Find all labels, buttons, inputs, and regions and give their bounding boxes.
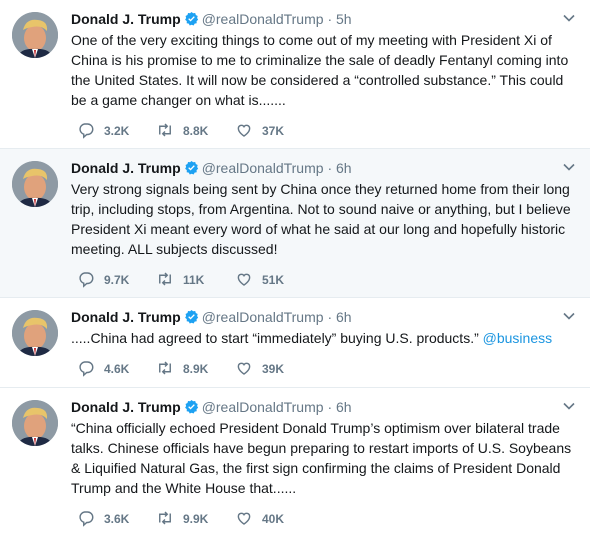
tweet-text: “China officially echoed President Donal… — [71, 420, 572, 496]
retweet-icon — [156, 270, 183, 291]
chevron-down-icon[interactable] — [562, 399, 576, 413]
retweet-count: 11K — [183, 273, 205, 287]
tweet[interactable]: Donald J. Trump @realDonaldTrump · 6h “Ch… — [0, 388, 590, 544]
tweet-timestamp[interactable]: 6h — [336, 399, 352, 415]
like-count: 39K — [262, 362, 285, 376]
tweet[interactable]: Donald J. Trump @realDonaldTrump · 6h ...… — [0, 298, 590, 388]
tweet-timestamp[interactable]: 6h — [336, 309, 352, 325]
author-handle[interactable]: @realDonaldTrump — [202, 160, 324, 176]
reply-button[interactable]: 3.6K — [77, 510, 156, 528]
retweet-button[interactable]: 9.9K — [156, 510, 235, 528]
tweet-timestamp[interactable]: 6h — [336, 160, 352, 176]
heart-icon — [235, 359, 262, 380]
tweet-header: Donald J. Trump @realDonaldTrump · 6h — [71, 307, 576, 327]
reply-button[interactable]: 9.7K — [77, 271, 156, 289]
author-name[interactable]: Donald J. Trump — [71, 160, 181, 176]
tweet-actions: 3.6K 9.9K 40K — [77, 510, 314, 528]
like-button[interactable]: 37K — [235, 122, 314, 140]
verified-badge-icon — [184, 160, 199, 180]
author-name[interactable]: Donald J. Trump — [71, 399, 181, 415]
avatar[interactable] — [12, 161, 58, 207]
tweet-text: Very strong signals being sent by China … — [71, 181, 571, 257]
separator-dot: · — [327, 309, 333, 325]
tweet[interactable]: Donald J. Trump @realDonaldTrump · 5h One… — [0, 0, 590, 149]
tweet-header: Donald J. Trump @realDonaldTrump · 6h — [71, 397, 576, 417]
reply-count: 9.7K — [104, 273, 130, 287]
author-handle[interactable]: @realDonaldTrump — [202, 399, 324, 415]
tweet-text: .....China had agreed to start “immediat… — [71, 328, 576, 348]
retweet-count: 8.9K — [183, 362, 209, 376]
retweet-icon — [156, 121, 183, 142]
reply-count: 3.2K — [104, 124, 130, 138]
heart-icon — [235, 121, 262, 142]
verified-badge-icon — [184, 309, 199, 329]
retweet-count: 8.8K — [183, 124, 209, 138]
chevron-down-icon[interactable] — [562, 160, 576, 174]
like-button[interactable]: 51K — [235, 271, 314, 289]
avatar[interactable] — [12, 400, 58, 446]
like-count: 51K — [262, 273, 285, 287]
separator-dot: · — [327, 399, 333, 415]
retweet-icon — [156, 509, 183, 530]
author-handle[interactable]: @realDonaldTrump — [202, 309, 324, 325]
separator-dot: · — [327, 11, 333, 27]
like-button[interactable]: 39K — [235, 360, 314, 378]
verified-badge-icon — [184, 11, 199, 31]
like-button[interactable]: 40K — [235, 510, 314, 528]
retweet-button[interactable]: 8.8K — [156, 122, 235, 140]
like-count: 40K — [262, 512, 285, 526]
author-name[interactable]: Donald J. Trump — [71, 11, 181, 27]
tweet-header: Donald J. Trump @realDonaldTrump · 6h — [71, 158, 576, 178]
heart-icon — [235, 509, 262, 530]
tweet-timestamp[interactable]: 5h — [336, 11, 352, 27]
heart-icon — [235, 270, 262, 291]
author-handle[interactable]: @realDonaldTrump — [202, 11, 324, 27]
tweet-actions: 3.2K 8.8K 37K — [77, 122, 314, 140]
tweet[interactable]: Donald J. Trump @realDonaldTrump · 6h Ver… — [0, 149, 590, 298]
reply-icon — [77, 509, 104, 530]
tweet-actions: 9.7K 11K 51K — [77, 271, 314, 289]
reply-count: 4.6K — [104, 362, 130, 376]
tweet-actions: 4.6K 8.9K 39K — [77, 360, 314, 378]
reply-icon — [77, 121, 104, 142]
reply-icon — [77, 359, 104, 380]
tweet-timeline: Donald J. Trump @realDonaldTrump · 5h One… — [0, 0, 590, 544]
reply-icon — [77, 270, 104, 291]
like-count: 37K — [262, 124, 285, 138]
mention-link[interactable]: @business — [483, 330, 552, 346]
retweet-button[interactable]: 8.9K — [156, 360, 235, 378]
reply-count: 3.6K — [104, 512, 130, 526]
tweet-text-body: .....China had agreed to start “immediat… — [71, 330, 479, 346]
avatar[interactable] — [12, 12, 58, 58]
retweet-icon — [156, 359, 183, 380]
chevron-down-icon[interactable] — [562, 309, 576, 323]
retweet-button[interactable]: 11K — [156, 271, 235, 289]
chevron-down-icon[interactable] — [562, 11, 576, 25]
verified-badge-icon — [184, 399, 199, 419]
retweet-count: 9.9K — [183, 512, 209, 526]
tweet-header: Donald J. Trump @realDonaldTrump · 5h — [71, 9, 576, 29]
reply-button[interactable]: 4.6K — [77, 360, 156, 378]
separator-dot: · — [327, 160, 333, 176]
author-name[interactable]: Donald J. Trump — [71, 309, 181, 325]
avatar[interactable] — [12, 310, 58, 356]
reply-button[interactable]: 3.2K — [77, 122, 156, 140]
tweet-text: One of the very exciting things to come … — [71, 32, 569, 108]
